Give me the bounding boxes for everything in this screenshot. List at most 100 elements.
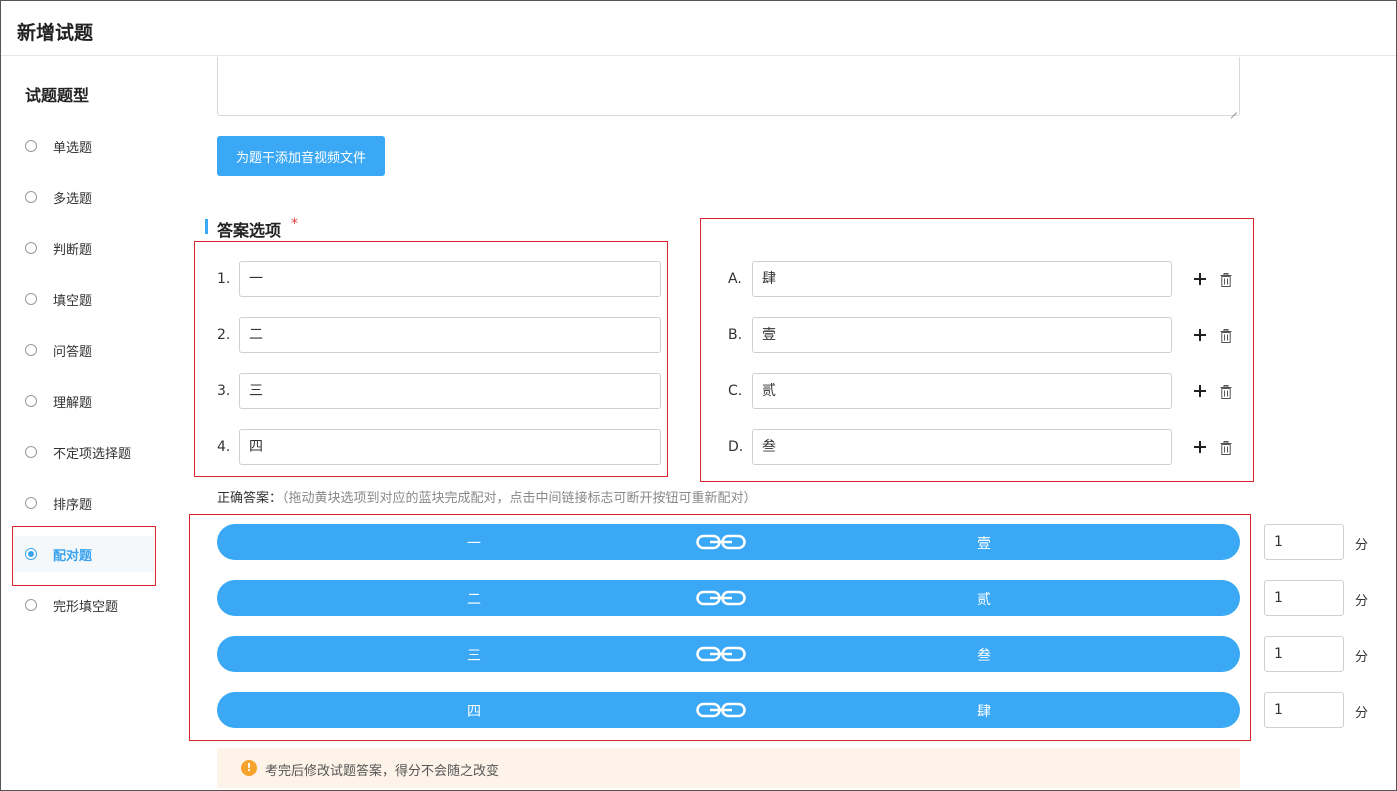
pair-right-value: 贰 [977,592,991,608]
radio-button[interactable] [25,293,37,305]
question-type-label: 多选题 [53,192,93,207]
right-option-row: B. 壹 [728,317,1238,353]
right-option-row: A. 肆 [728,261,1238,297]
pair-left-value: 二 [467,592,481,608]
question-type-option-selected[interactable]: 配对题 [14,536,154,572]
question-type-option[interactable]: 完形填空题 [14,587,154,623]
pair-score-input[interactable]: 1 [1264,580,1344,616]
pair-left-value: 三 [467,648,481,664]
score-change-notice: ! 考完后修改试题答案，得分不会随之改变 [217,748,1240,788]
delete-option-icon[interactable] [1220,273,1232,287]
question-type-option[interactable]: 理解题 [14,383,154,419]
question-type-option[interactable]: 问答题 [14,332,154,368]
question-type-label: 问答题 [53,345,93,360]
question-type-option[interactable]: 填空题 [14,281,154,317]
option-index: B. [728,327,743,343]
question-type-label: 不定项选择题 [53,447,132,462]
delete-option-icon[interactable] [1220,329,1232,343]
radio-button[interactable] [25,242,37,254]
radio-button-checked[interactable] [25,548,37,560]
radio-button[interactable] [25,446,37,458]
pair-left-value: 四 [467,704,481,720]
notice-text: 考完后修改试题答案，得分不会随之改变 [265,764,500,779]
option-index: 1. [217,271,231,287]
option-index: 3. [217,383,231,399]
right-option-input[interactable]: 贰 [752,373,1172,409]
left-option-input[interactable]: 四 [239,429,661,465]
right-option-input[interactable]: 肆 [752,261,1172,297]
correct-answer-hint: 正确答案：（拖动黄块选项到对应的蓝块完成配对，点击中间链接标志可断开按钮可重新配… [217,487,757,506]
left-option-input[interactable]: 一 [239,261,661,297]
add-option-icon[interactable] [1194,385,1206,397]
pair-left-value: 一 [467,536,481,552]
question-type-option[interactable]: 不定项选择题 [14,434,154,470]
score-unit-label: 分 [1355,594,1369,609]
question-type-option[interactable]: 单选题 [14,128,154,164]
radio-button[interactable] [25,599,37,611]
add-option-icon[interactable] [1194,273,1206,285]
question-type-label: 排序题 [53,498,93,513]
right-option-row: D. 叁 [728,429,1238,465]
matched-pair-bar[interactable]: 一 壹 [217,524,1240,560]
radio-button[interactable] [25,395,37,407]
pair-score-input[interactable]: 1 [1264,636,1344,672]
section-title-text: 答案选项 [217,221,282,240]
left-option-row: 1. 一 [217,261,661,297]
pair-right-value: 壹 [977,536,991,552]
question-stem-textarea[interactable] [217,57,1240,116]
pair-score-input[interactable]: 1 [1264,524,1344,560]
pairing-instruction: （拖动黄块选项到对应的蓝块完成配对，点击中间链接标志可断开按钮可重新配对） [282,491,757,506]
question-type-option[interactable]: 多选题 [14,179,154,215]
question-type-label: 理解题 [53,396,93,411]
left-option-row: 2. 二 [217,317,661,353]
score-unit-label: 分 [1355,706,1369,721]
right-option-input[interactable]: 壹 [752,317,1172,353]
page-title: 新增试题 [17,22,94,44]
delete-option-icon[interactable] [1220,441,1232,455]
section-accent-bar [205,219,208,234]
radio-button[interactable] [25,140,37,152]
question-type-label: 完形填空题 [53,600,119,615]
option-index: A. [728,271,742,287]
question-type-label: 配对题 [53,549,93,564]
required-asterisk: * [291,216,298,232]
resize-handle-icon[interactable] [1229,105,1237,113]
radio-button[interactable] [25,344,37,356]
radio-button[interactable] [25,497,37,509]
option-index: 4. [217,439,231,455]
add-option-icon[interactable] [1194,329,1206,341]
option-index: C. [728,383,743,399]
delete-option-icon[interactable] [1220,385,1232,399]
page-header: 新增试题 [1,1,1396,56]
pair-right-value: 叁 [977,648,991,664]
score-unit-label: 分 [1355,650,1369,665]
matched-pair-bar[interactable]: 四 肆 [217,692,1240,728]
question-type-label: 单选题 [53,141,93,156]
left-option-row: 3. 三 [217,373,661,409]
unlink-chain-icon[interactable] [696,702,746,718]
question-type-label: 填空题 [53,294,93,309]
question-type-option[interactable]: 排序题 [14,485,154,521]
unlink-chain-icon[interactable] [696,534,746,550]
left-option-row: 4. 四 [217,429,661,465]
question-type-option[interactable]: 判断题 [14,230,154,266]
unlink-chain-icon[interactable] [696,590,746,606]
unlink-chain-icon[interactable] [696,646,746,662]
pair-score-input[interactable]: 1 [1264,692,1344,728]
matched-pair-bar[interactable]: 三 叁 [217,636,1240,672]
sidebar-title: 试题题型 [25,86,90,105]
option-index: 2. [217,327,231,343]
add-option-icon[interactable] [1194,441,1206,453]
option-index: D. [728,439,744,455]
left-option-input[interactable]: 三 [239,373,661,409]
pair-right-value: 肆 [977,704,991,720]
radio-button[interactable] [25,191,37,203]
right-option-input[interactable]: 叁 [752,429,1172,465]
correct-answer-label: 正确答案： [217,491,283,506]
add-media-button[interactable]: 为题干添加音视频文件 [217,136,385,176]
warning-icon: ! [241,760,257,776]
right-option-row: C. 贰 [728,373,1238,409]
matched-pair-bar[interactable]: 二 贰 [217,580,1240,616]
left-option-input[interactable]: 二 [239,317,661,353]
score-unit-label: 分 [1355,538,1369,553]
